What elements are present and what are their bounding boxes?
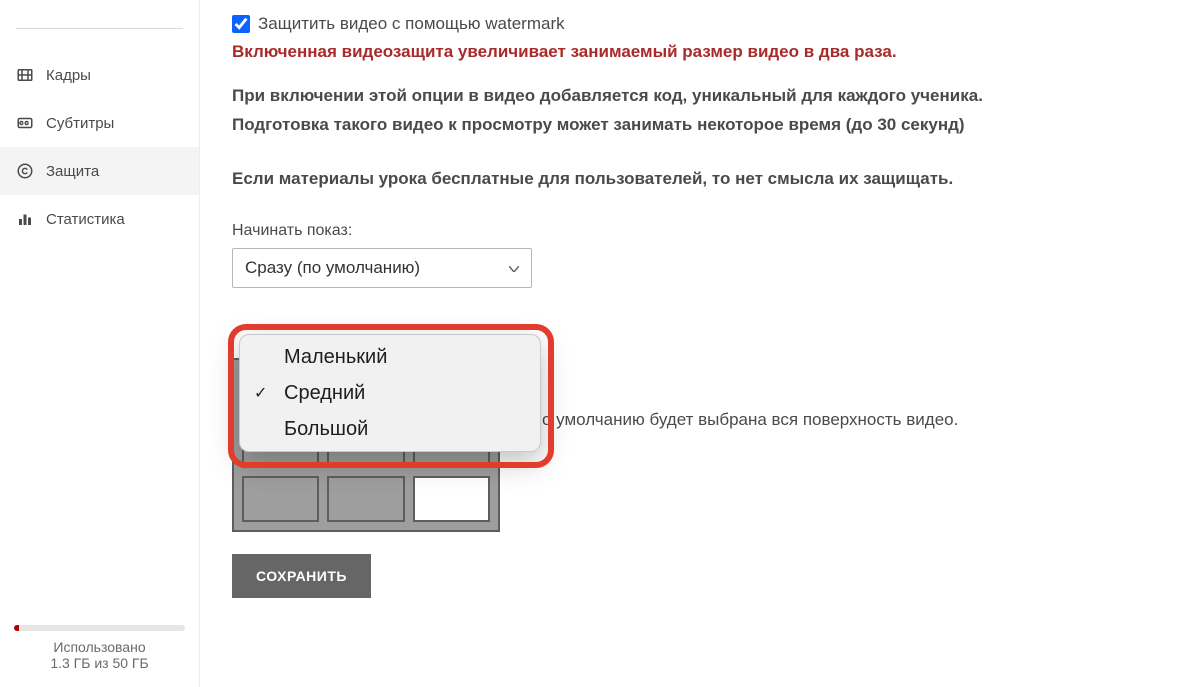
cc-icon	[16, 114, 34, 132]
position-hint-tail: о умолчанию будет выбрана вся поверхност…	[542, 410, 958, 430]
sidebar-divider	[16, 28, 183, 29]
watermark-checkbox-label: Защитить видео с помощью watermark	[258, 14, 565, 34]
save-button[interactable]: СОХРАНИТЬ	[232, 554, 371, 598]
sidebar-item-statistics[interactable]: Статистика	[0, 195, 199, 243]
sidebar-item-label: Статистика	[46, 211, 125, 228]
watermark-checkbox-row: Защитить видео с помощью watermark	[232, 14, 1168, 34]
sidebar-item-protection[interactable]: Защита	[0, 147, 199, 195]
start-show-select[interactable]: Сразу (по умолчанию)	[232, 248, 532, 288]
size-dropdown-panel: Маленький ✓ Средний Большой	[239, 334, 541, 452]
pos-cell-bottom-left[interactable]	[242, 476, 319, 522]
watermark-desc-2: Подготовка такого видео к просмотру може…	[232, 113, 1168, 138]
size-option-small-label: Маленький	[284, 346, 387, 369]
watermark-desc-1: При включении этой опции в видео добавля…	[232, 84, 1168, 109]
sidebar-item-label: Кадры	[46, 67, 91, 84]
watermark-warning: Включенная видеозащита увеличивает заним…	[232, 42, 1168, 62]
sidebar: Кадры Субтитры	[0, 0, 200, 687]
pos-cell-bottom-right[interactable]	[413, 476, 490, 522]
size-option-large-label: Большой	[284, 418, 368, 441]
sidebar-item-subtitles[interactable]: Субтитры	[0, 99, 199, 147]
bar-chart-icon	[16, 210, 34, 228]
chevron-down-icon	[509, 261, 519, 275]
size-option-small[interactable]: Маленький	[240, 339, 540, 375]
pos-cell-bottom-center[interactable]	[327, 476, 404, 522]
sidebar-item-label: Субтитры	[46, 115, 114, 132]
watermark-checkbox[interactable]	[232, 15, 250, 33]
start-show-label: Начинать показ:	[232, 222, 1168, 240]
storage-bar	[14, 625, 185, 631]
size-option-medium[interactable]: ✓ Средний	[240, 375, 540, 411]
sidebar-nav: Кадры Субтитры	[0, 51, 199, 615]
sidebar-item-frames[interactable]: Кадры	[0, 51, 199, 99]
watermark-desc-3: Если материалы урока бесплатные для поль…	[232, 167, 1168, 192]
start-show-selected: Сразу (по умолчанию)	[245, 258, 420, 278]
size-option-medium-label: Средний	[284, 382, 365, 405]
storage-bar-fill	[14, 625, 19, 631]
storage-used-label: Использовано	[14, 639, 185, 655]
storage-widget: Использовано 1.3 ГБ из 50 ГБ	[0, 615, 199, 687]
size-option-large[interactable]: Большой	[240, 411, 540, 447]
check-icon: ✓	[254, 383, 267, 403]
film-icon	[16, 66, 34, 84]
sidebar-item-label: Защита	[46, 163, 99, 180]
copyright-icon	[16, 162, 34, 180]
storage-used-value: 1.3 ГБ из 50 ГБ	[14, 655, 185, 671]
